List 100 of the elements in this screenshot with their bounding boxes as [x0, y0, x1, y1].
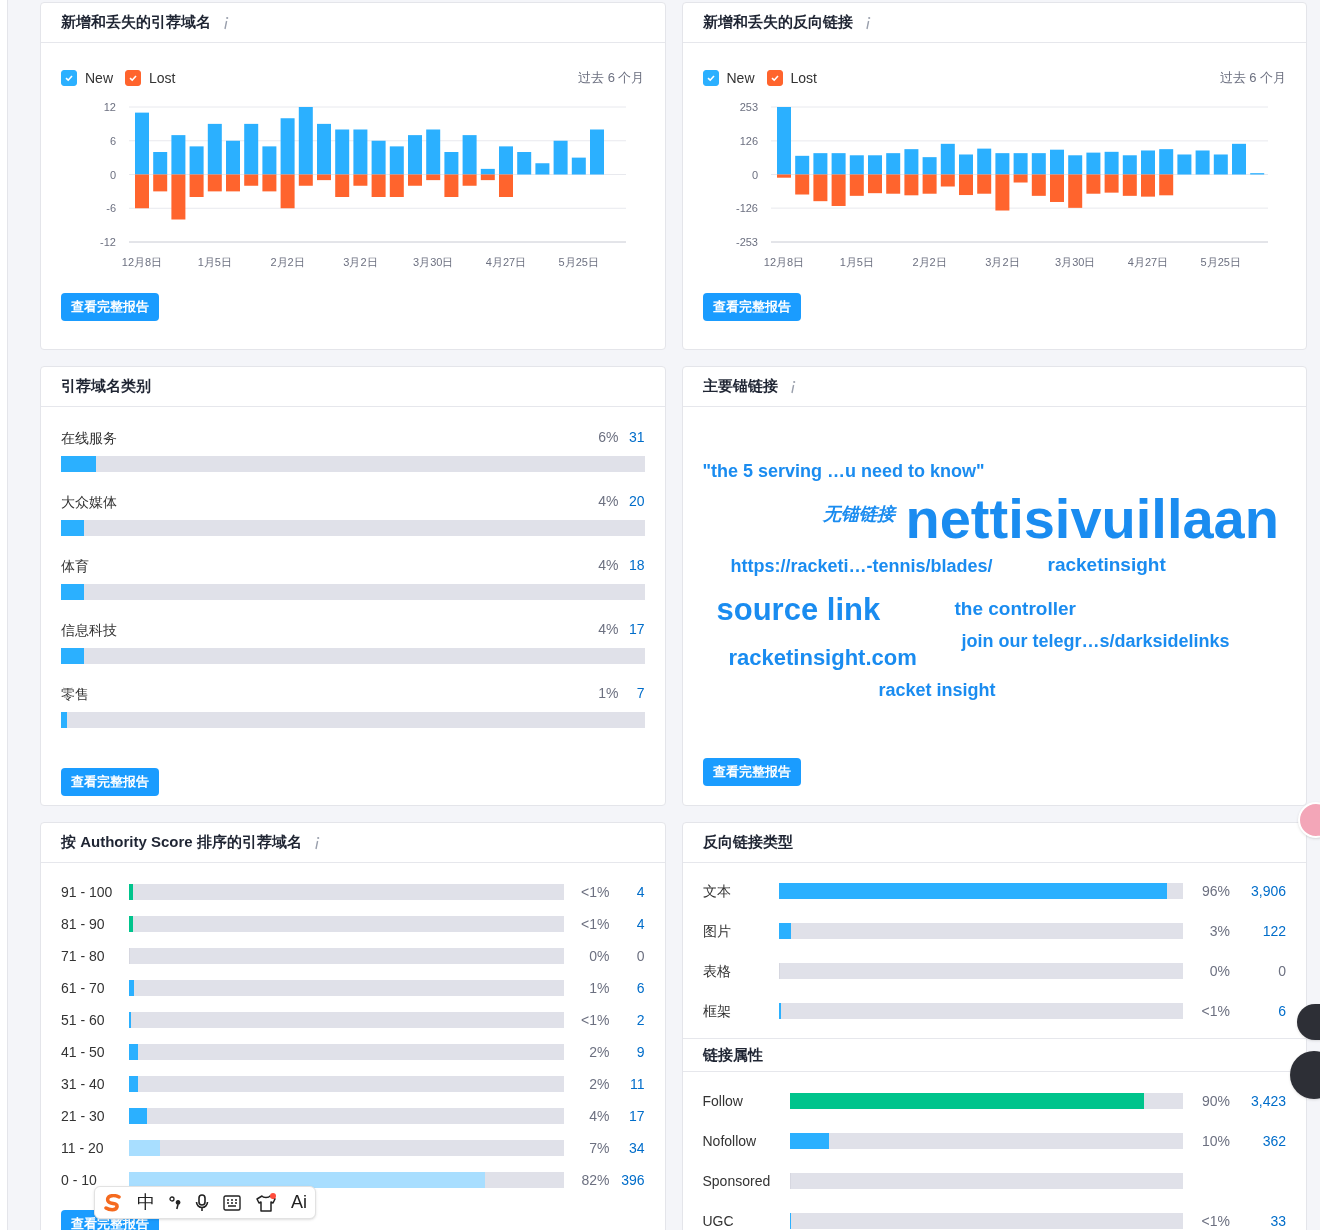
count-value[interactable]: 31: [618, 427, 645, 448]
chart-bar: [553, 140, 568, 175]
count-value[interactable]: 17: [618, 619, 645, 640]
percent-value: 2%: [588, 1042, 610, 1062]
count-value[interactable]: 17: [609, 1105, 645, 1127]
chart-bar: [849, 174, 864, 196]
anchor-word[interactable]: racket insight: [878, 681, 996, 699]
anchor-word[interactable]: the controller: [954, 599, 1076, 618]
count-value[interactable]: 11: [609, 1073, 645, 1095]
count-value[interactable]: 3,423: [1230, 1090, 1286, 1112]
legend-checkbox[interactable]: [702, 70, 719, 86]
count-value[interactable]: 6: [1230, 1000, 1286, 1022]
anchor-word[interactable]: https://racketi…-tennis/blades/: [730, 557, 993, 575]
no-anchor-word[interactable]: 无锚链接: [822, 505, 895, 523]
count-value[interactable]: 362: [1230, 1130, 1286, 1152]
count-value[interactable]: 20: [618, 491, 645, 512]
punctuation-icon[interactable]: [169, 1194, 181, 1211]
chart-bar: [1104, 151, 1119, 175]
chart-bar: [903, 174, 918, 196]
chart-bar: [499, 174, 513, 197]
card-title: 按 Authority Score 排序的引荐域名: [61, 832, 302, 853]
link-attribute-label: Nofollow: [702, 1132, 758, 1151]
count-value[interactable]: 122: [1230, 920, 1286, 942]
anchor-word[interactable]: racketinsight.com: [728, 647, 917, 669]
axis-tick-label: 6: [109, 134, 116, 147]
anchor-word[interactable]: racketinsight: [1047, 555, 1166, 574]
axis-tick-label: 0: [751, 168, 758, 181]
chart-bar: [812, 174, 827, 202]
score-range-label: 61 - 70: [61, 979, 106, 998]
axis-tick-label: 0: [109, 168, 116, 181]
card-title: 反向链接类型: [702, 832, 793, 853]
chart-bar: [1085, 174, 1100, 194]
category-label: 在线服务: [61, 428, 118, 448]
count-value[interactable]: 6: [609, 977, 645, 999]
chart-bar: [958, 174, 973, 196]
chart-bar: [903, 149, 918, 175]
anchor-word[interactable]: nettisivuillaan: [905, 491, 1279, 547]
anchor-word[interactable]: join our telegr…s/darksidelinks: [961, 632, 1230, 650]
axis-tick-label: 1月5日: [197, 256, 232, 268]
info-icon[interactable]: [223, 15, 229, 30]
chart-bar: [976, 174, 991, 194]
microphone-icon[interactable]: [195, 1193, 209, 1212]
chart-bar: [535, 163, 550, 175]
axis-tick-label: 12: [103, 101, 116, 113]
info-icon[interactable]: [313, 835, 320, 850]
count-value[interactable]: 34: [609, 1137, 645, 1159]
count-value[interactable]: 4: [609, 913, 645, 935]
count-value: 0: [635, 946, 645, 966]
chart-bar: [171, 135, 186, 175]
chart-bar: [1049, 174, 1064, 202]
chart-bar: [1195, 150, 1210, 175]
card-title: 新增和丢失的引荐域名: [61, 12, 211, 33]
score-range-label: 71 - 80: [61, 947, 106, 966]
score-range-label: 31 - 40: [61, 1075, 106, 1094]
chart-bar: [1049, 149, 1064, 175]
legend-checkbox[interactable]: [766, 70, 783, 86]
input-method-logo-icon[interactable]: [103, 1193, 123, 1212]
chart-bar: [958, 154, 973, 175]
chart-bar: [590, 129, 604, 175]
chart-bar: [812, 153, 827, 175]
count-value[interactable]: 9: [609, 1041, 645, 1063]
chart-bar: [885, 153, 900, 175]
score-range-label: 81 - 90: [61, 915, 106, 934]
count-value[interactable]: 4: [609, 881, 645, 903]
count-value[interactable]: 7: [618, 683, 645, 704]
full-report-button[interactable]: 查看完整报告: [702, 293, 801, 321]
chart-bar: [189, 174, 204, 197]
card-title: 新增和丢失的反向链接: [702, 12, 853, 33]
full-report-button[interactable]: 查看完整报告: [702, 758, 801, 786]
full-report-button[interactable]: 查看完整报告: [61, 768, 159, 796]
count-value[interactable]: 3,906: [1230, 880, 1286, 902]
anchor-word[interactable]: source link: [716, 594, 881, 625]
count-value[interactable]: 396: [609, 1169, 645, 1191]
link-attribute-label: Sponsored: [702, 1172, 772, 1191]
axis-tick-label: 2月2日: [911, 256, 947, 268]
chart-bar: [1231, 143, 1246, 175]
keyboard-icon[interactable]: [223, 1194, 241, 1211]
category-label: 体育: [61, 556, 90, 576]
percent-value: 4%: [597, 556, 619, 575]
legend-checkbox[interactable]: [61, 70, 77, 86]
info-icon[interactable]: [789, 379, 796, 394]
axis-tick-label: 5月25日: [1200, 256, 1241, 268]
percent-value: <1%: [1200, 1211, 1230, 1230]
count-value[interactable]: 18: [618, 555, 645, 576]
axis-tick-label: 4月27日: [485, 256, 527, 268]
toolbar-text-button[interactable]: Ai: [291, 1189, 307, 1216]
percent-value: 1%: [597, 684, 619, 703]
percent-value: 4%: [597, 620, 619, 639]
chart-bar: [867, 155, 882, 175]
chart-bar: [517, 152, 532, 175]
shirt-icon[interactable]: [255, 1192, 277, 1213]
anchor-word[interactable]: "the 5 serving …u need to know": [702, 462, 985, 480]
info-icon[interactable]: [864, 15, 871, 30]
count-value[interactable]: 33: [1230, 1210, 1286, 1230]
count-value[interactable]: 2: [609, 1009, 645, 1031]
chart-bar: [171, 174, 186, 220]
legend-checkbox[interactable]: [125, 70, 141, 86]
full-report-button[interactable]: 查看完整报告: [61, 293, 159, 321]
chart-bar: [1140, 174, 1155, 197]
chart-bar: [1176, 154, 1191, 175]
